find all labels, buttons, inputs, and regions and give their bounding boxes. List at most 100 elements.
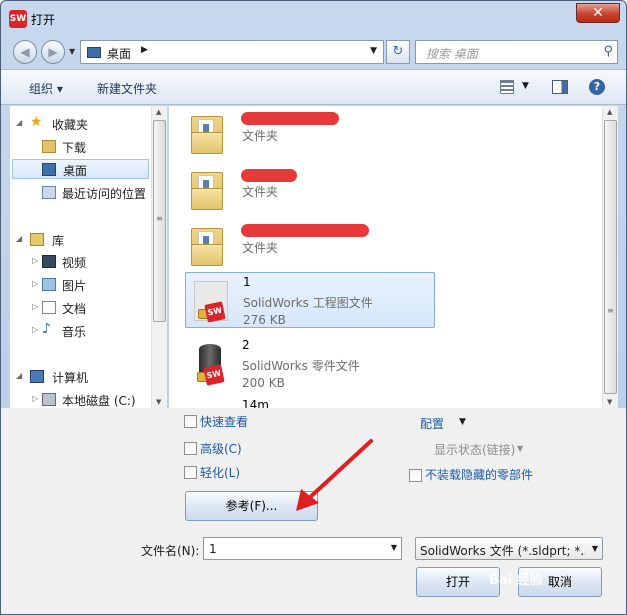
- dont-load-hidden-label[interactable]: 不装载隐藏的零部件: [425, 466, 533, 483]
- chevron-down-icon[interactable]: ▼: [459, 417, 466, 427]
- file-size: 200 KB: [242, 376, 285, 390]
- collapse-arrow-icon[interactable]: ◢: [16, 234, 22, 243]
- scrollbar-thumb[interactable]: [604, 120, 617, 394]
- navigation-scrollbar[interactable]: ▲ ≡ ▼: [151, 106, 167, 408]
- list-item[interactable]: 文件夹: [185, 106, 435, 162]
- list-item[interactable]: 14m: [185, 396, 435, 408]
- solidworks-app-icon: SW: [9, 10, 27, 28]
- file-name: 14m: [242, 398, 269, 408]
- folder-icon: [189, 110, 233, 158]
- list-item-selected[interactable]: SW 1 SolidWorks 工程图文件 276 KB: [185, 272, 435, 328]
- new-folder-button[interactable]: 新建文件夹: [97, 80, 157, 97]
- window-title: 打开: [31, 13, 56, 27]
- nav-item-videos[interactable]: ▷ 视频: [10, 252, 150, 272]
- nav-item-label: 计算机: [52, 371, 89, 385]
- collapse-arrow-icon[interactable]: ◢: [16, 118, 22, 127]
- configuration-dropdown[interactable]: 配置: [420, 415, 444, 432]
- list-item[interactable]: SW 2 SolidWorks 零件文件 200 KB: [185, 336, 435, 392]
- help-icon[interactable]: ?: [589, 79, 605, 95]
- organize-menu[interactable]: 组织 ▾: [29, 80, 63, 97]
- forward-button[interactable]: ▶: [41, 40, 65, 64]
- expand-arrow-icon[interactable]: ▷: [32, 256, 38, 265]
- nav-item-documents[interactable]: ▷ 文档: [10, 298, 150, 318]
- filename-label: 文件名(N):: [141, 544, 200, 558]
- file-type: SolidWorks 零件文件: [242, 359, 360, 373]
- download-folder-icon: [42, 140, 56, 153]
- reference-button[interactable]: 参考(F)...: [185, 491, 318, 521]
- nav-item-label: 下载: [62, 141, 87, 155]
- scroll-grip-icon: ≡: [156, 214, 163, 223]
- preview-pane-icon[interactable]: [552, 80, 568, 94]
- scroll-up-icon[interactable]: ▲: [607, 108, 612, 116]
- quick-view-checkbox[interactable]: [184, 415, 197, 428]
- lightweight-checkbox[interactable]: [184, 466, 197, 479]
- list-item[interactable]: 文件夹: [185, 162, 435, 218]
- close-button[interactable]: ✕: [576, 3, 620, 23]
- scroll-grip-icon: ≡: [607, 306, 614, 315]
- back-button[interactable]: ◀: [13, 40, 37, 64]
- redaction-mark: [241, 112, 339, 125]
- music-icon: ♪: [42, 321, 51, 337]
- nav-item-label: 音乐: [62, 325, 87, 339]
- display-state-dropdown: 显示状态(链接): [434, 443, 516, 457]
- watermark: Bai 经验: [489, 573, 543, 588]
- list-item[interactable]: 文件夹: [185, 218, 435, 274]
- address-bar[interactable]: 桌面 ▶ ▼: [80, 40, 384, 64]
- scroll-down-icon[interactable]: ▼: [607, 398, 612, 406]
- nav-item-music[interactable]: ▷ ♪ 音乐: [10, 321, 150, 341]
- view-options-icon[interactable]: [500, 80, 514, 94]
- computer-icon: [30, 370, 44, 383]
- collapse-arrow-icon[interactable]: ◢: [16, 371, 22, 380]
- filetype-select[interactable]: SolidWorks 文件 (*.sldprt; *.sl ▼: [415, 537, 603, 560]
- address-segment[interactable]: 桌面: [107, 45, 131, 62]
- expand-arrow-icon[interactable]: ▷: [32, 279, 38, 288]
- chevron-down-icon[interactable]: ▼: [370, 46, 377, 56]
- filename-field[interactable]: 1 ▼: [203, 537, 402, 560]
- open-button[interactable]: 打开: [416, 567, 500, 597]
- picture-icon: [42, 278, 56, 291]
- nav-item-label: 图片: [62, 279, 87, 293]
- search-box[interactable]: 搜索 桌面 ⚲: [415, 40, 618, 64]
- nav-item-desktop[interactable]: 桌面: [12, 159, 149, 179]
- disk-icon: [42, 393, 56, 406]
- expand-arrow-icon[interactable]: ▷: [32, 394, 38, 403]
- nav-item-label: 桌面: [63, 164, 88, 178]
- nav-item-libraries[interactable]: ◢ 库: [10, 230, 150, 250]
- nav-item-local-disk[interactable]: ▷ 本地磁盘 (C:): [10, 390, 150, 410]
- scroll-up-icon[interactable]: ▲: [156, 108, 161, 116]
- nav-item-pictures[interactable]: ▷ 图片: [10, 275, 150, 295]
- nav-item-favorites[interactable]: ◢ ★ 收藏夹: [10, 114, 150, 134]
- dont-load-hidden-checkbox[interactable]: [409, 469, 422, 482]
- advanced-label[interactable]: 高级(C): [200, 440, 242, 457]
- search-icon[interactable]: ⚲: [603, 44, 613, 59]
- folder-icon: [189, 222, 233, 270]
- chevron-right-icon[interactable]: ▶: [141, 45, 148, 55]
- chevron-down-icon[interactable]: ▼: [592, 544, 598, 553]
- file-name: 2: [242, 338, 250, 352]
- file-list-scrollbar[interactable]: ▲ ≡ ▼: [602, 106, 618, 408]
- chevron-down-icon[interactable]: ▼: [522, 81, 529, 91]
- solidworks-drawing-icon: SW: [190, 277, 234, 325]
- scroll-down-icon[interactable]: ▼: [156, 398, 161, 406]
- folder-icon: [189, 166, 233, 214]
- nav-item-label: 最近访问的位置: [62, 187, 147, 201]
- navigation-pane: ◢ ★ 收藏夹 下载 桌面 最近访问的位置 ◢ 库 ▷ 视频 ▷ 图片 ▷ 文档…: [10, 106, 167, 408]
- lightweight-label[interactable]: 轻化(L): [200, 464, 240, 481]
- file-type: 文件夹: [242, 129, 279, 143]
- nav-item-label: 收藏夹: [52, 118, 89, 132]
- document-icon: [42, 301, 56, 314]
- nav-item-downloads[interactable]: 下载: [10, 137, 150, 157]
- recent-locations-dropdown[interactable]: ▼: [69, 47, 75, 56]
- advanced-checkbox[interactable]: [184, 442, 197, 455]
- chevron-down-icon[interactable]: ▼: [391, 543, 397, 552]
- nav-item-label: 视频: [62, 256, 87, 270]
- expand-arrow-icon[interactable]: ▷: [32, 325, 38, 334]
- nav-item-recent-places[interactable]: 最近访问的位置: [10, 183, 150, 203]
- title-bar: SW 打开 ✕: [1, 1, 626, 37]
- nav-item-label: 本地磁盘 (C:): [62, 394, 136, 408]
- expand-arrow-icon[interactable]: ▷: [32, 302, 38, 311]
- nav-item-computer[interactable]: ◢ 计算机: [10, 367, 150, 387]
- refresh-button[interactable]: ↻: [386, 40, 410, 64]
- quick-view-label[interactable]: 快速查看: [200, 413, 248, 430]
- library-icon: [30, 233, 44, 246]
